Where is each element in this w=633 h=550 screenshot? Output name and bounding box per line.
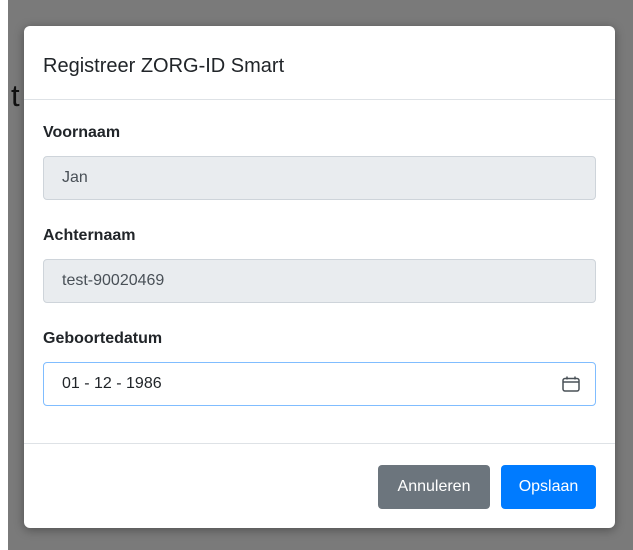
modal-body: Voornaam Jan Achternaam test-90020469 Ge… — [24, 100, 615, 444]
birth-date-label: Geboortedatum — [43, 330, 163, 347]
last-name-field[interactable]: test-90020469 — [43, 259, 596, 303]
register-modal: Registreer ZORG-ID Smart Voornaam Jan Ac… — [24, 26, 615, 528]
last-name-label: Achternaam — [43, 227, 136, 244]
last-name-value: test-90020469 — [62, 272, 165, 289]
modal-title: Registreer ZORG-ID Smart — [43, 55, 285, 77]
save-button[interactable]: Opslaan — [501, 465, 596, 509]
cancel-button[interactable]: Annuleren — [378, 465, 490, 509]
modal-header: Registreer ZORG-ID Smart — [24, 26, 615, 100]
background-page-text: t — [11, 78, 20, 113]
calendar-icon[interactable] — [562, 376, 580, 392]
birth-date-field[interactable]: 01 - 12 - 1986 — [43, 362, 596, 406]
first-name-value: Jan — [62, 169, 88, 186]
birth-date-value: 01 - 12 - 1986 — [62, 375, 162, 392]
first-name-field[interactable]: Jan — [43, 156, 596, 200]
first-name-label: Voornaam — [43, 124, 121, 141]
modal-footer: Annuleren Opslaan — [24, 444, 615, 528]
